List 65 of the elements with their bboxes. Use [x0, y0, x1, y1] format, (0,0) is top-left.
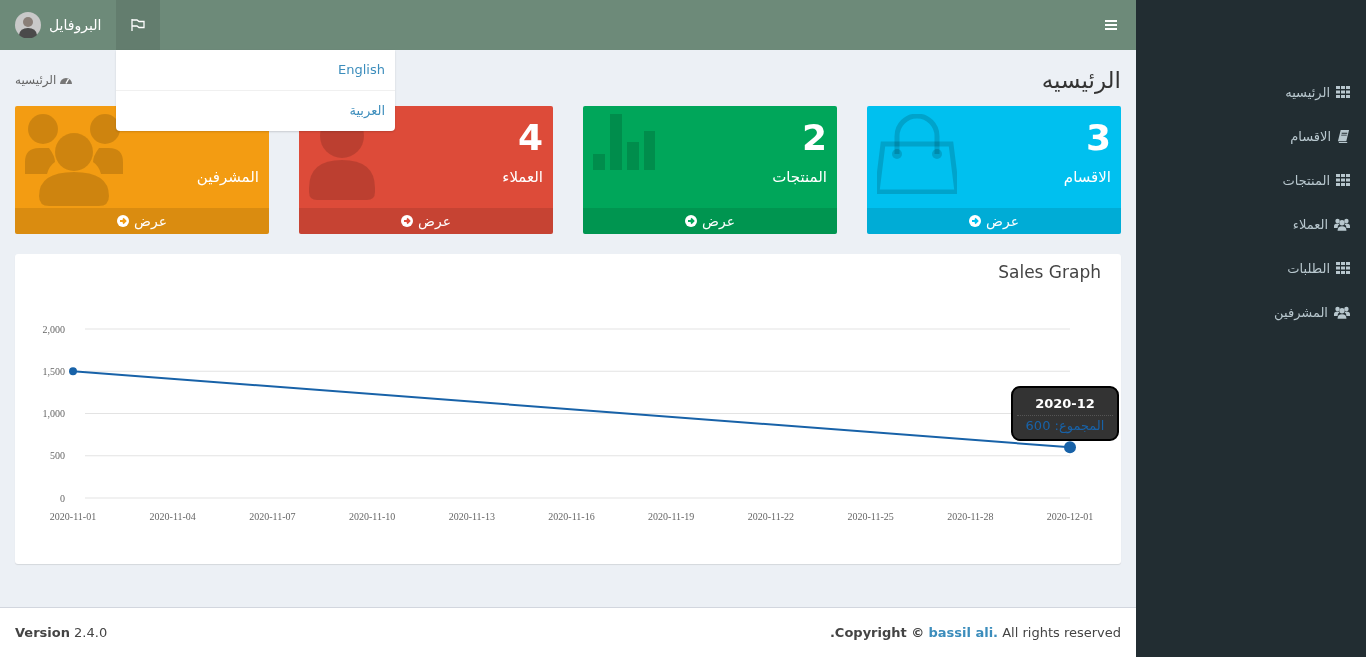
x-tick-label: 2020-12-01	[1046, 511, 1094, 522]
x-tick-label: 2020-11-19	[648, 511, 695, 522]
author-link[interactable]: bassil ali.	[928, 625, 999, 640]
stat-count: 2	[801, 116, 827, 160]
book-icon	[1337, 129, 1350, 143]
sidebar-item[interactable]: العملاء	[1136, 202, 1366, 246]
x-tick-label: 2020-11-28	[947, 511, 994, 522]
language-option[interactable]: العربية	[116, 91, 395, 131]
grid-icon	[1336, 262, 1350, 274]
arrow-circle-icon	[117, 215, 129, 227]
view-link[interactable]: عرض	[583, 208, 837, 234]
profile-label: البروفايل	[49, 17, 102, 33]
y-tick-label: 0	[60, 492, 65, 504]
stat-label: المشرفين	[196, 168, 259, 186]
language-button[interactable]	[116, 0, 161, 50]
arrow-circle-icon	[969, 215, 981, 227]
tooltip-value: المجموع: 600	[1024, 418, 1106, 433]
sidebar-item[interactable]: المشرفين	[1136, 290, 1366, 334]
y-tick-label: 1,500	[42, 365, 65, 377]
stat-label: العملاء	[502, 168, 543, 186]
sidebar-item[interactable]: المنتجات	[1136, 158, 1366, 202]
flag-icon	[131, 19, 146, 31]
breadcrumb-item[interactable]: الرئيسيه	[15, 73, 57, 87]
view-link[interactable]: عرض	[299, 208, 553, 234]
stat-label: الاقسام	[1063, 168, 1111, 186]
y-tick-label: 1,000	[42, 408, 65, 419]
version-text: Version 2.4.0	[15, 625, 108, 640]
x-tick-label: 2020-11-13	[448, 511, 495, 522]
menu-icon	[1105, 20, 1117, 30]
x-tick-label: 2020-11-01	[49, 511, 97, 522]
sidebar-item[interactable]: الرئيسيه	[1136, 70, 1366, 114]
arrow-circle-icon	[685, 215, 697, 227]
stat-count: 4	[517, 116, 543, 160]
grid-icon	[1336, 86, 1350, 98]
copyright-text: .Copyright © bassil ali. All rights reserved	[829, 625, 1121, 640]
arrow-circle-icon	[401, 215, 413, 227]
x-tick-label: 2020-11-25	[847, 511, 894, 522]
tooltip-title: 2020-12	[1017, 396, 1113, 416]
y-tick-label: 500	[50, 450, 65, 462]
users-icon	[1334, 305, 1350, 319]
data-point	[69, 367, 77, 376]
bar-chart-icon	[593, 114, 655, 170]
dashboard-icon	[60, 75, 73, 85]
stat-label: المنتجات	[772, 168, 827, 186]
users-icon	[25, 114, 123, 206]
x-tick-label: 2020-11-16	[548, 511, 595, 522]
stat-count: 3	[1085, 116, 1111, 160]
users-icon	[1334, 217, 1350, 231]
y-tick-label: 2,000	[42, 323, 65, 335]
x-tick-label: 2020-11-04	[149, 511, 196, 522]
chart-title: Sales Graph	[997, 261, 1102, 281]
language-option[interactable]: English	[116, 50, 395, 91]
grid-icon	[1336, 174, 1350, 186]
avatar-icon	[15, 12, 41, 38]
data-point	[1064, 441, 1076, 454]
x-tick-label: 2020-11-22	[747, 511, 795, 522]
view-link[interactable]: عرض	[15, 208, 269, 234]
profile-menu[interactable]: البروفايل	[0, 0, 117, 50]
sidebar-item[interactable]: الطلبات	[1136, 246, 1366, 290]
view-link[interactable]: عرض	[867, 208, 1121, 234]
sidebar-item[interactable]: الاقسام	[1136, 114, 1366, 158]
bag-icon	[877, 114, 957, 194]
x-tick-label: 2020-11-10	[348, 511, 396, 522]
x-tick-label: 2020-11-07	[249, 511, 296, 522]
page-title: الرئيسيه	[1041, 66, 1121, 93]
